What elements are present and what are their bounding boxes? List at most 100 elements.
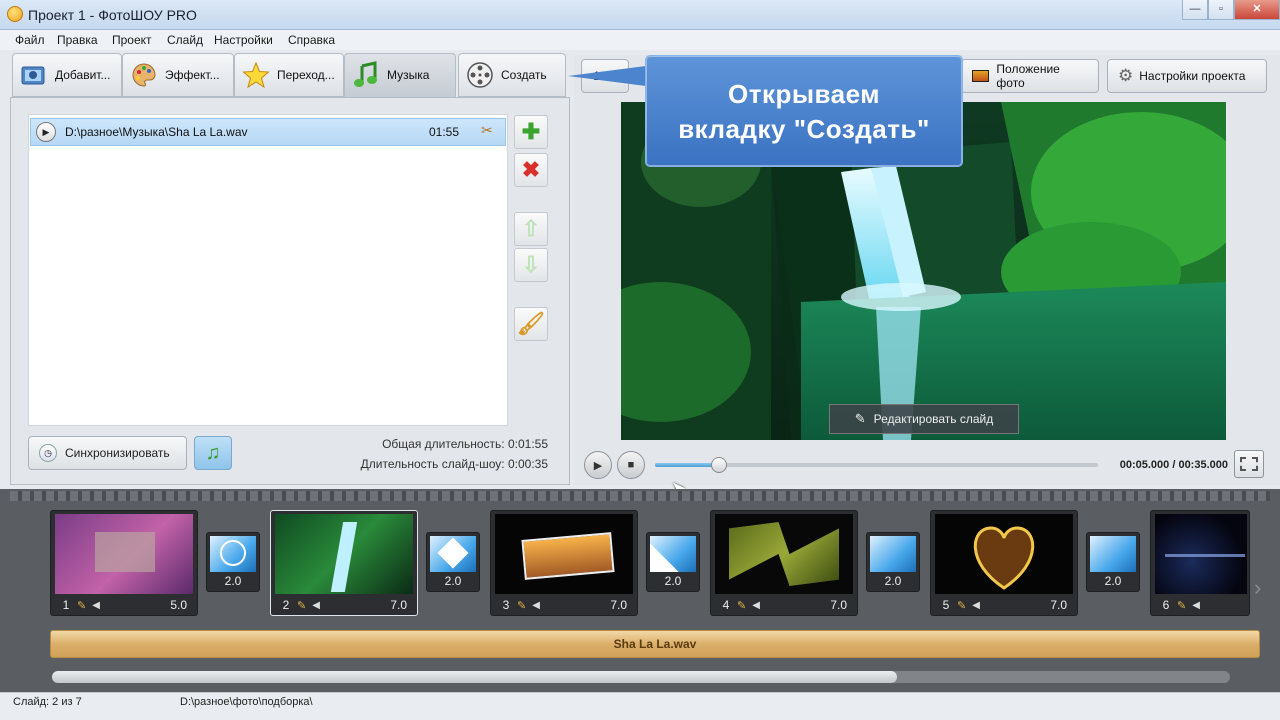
transition-duration: 2.0 [884, 574, 902, 588]
film-reel-icon [465, 60, 495, 90]
window-title: Проект 1 - ФотоШОУ PRO [28, 7, 197, 23]
slide-thumbnail[interactable]: 3 ✎ ◀ 7.0 [490, 510, 638, 616]
slide-duration: 7.0 [390, 598, 407, 612]
plus-icon: ✚ [521, 119, 541, 144]
add-track-button[interactable]: ✚ [514, 115, 548, 149]
tab-transitions[interactable]: Переход... [234, 53, 344, 97]
music-list[interactable] [28, 114, 508, 426]
play-track-icon[interactable]: ▶ [36, 122, 56, 142]
heart-image [973, 526, 1035, 590]
timeline-music-track[interactable]: Sha La La.wav [50, 630, 1260, 658]
menu-project[interactable]: Проект [112, 33, 152, 47]
edit-pencil-icon[interactable]: ✎ [737, 599, 746, 612]
move-up-button[interactable]: ⇧ [514, 212, 548, 246]
speaker-icon[interactable]: ◀ [752, 600, 760, 611]
slide-number: 6 [1162, 598, 1170, 612]
status-folder-path: D:\разное\фото\подборка\ [180, 696, 313, 708]
slide-thumbnail[interactable]: 4 ✎ ◀ 7.0 [710, 510, 858, 616]
slide-thumbnail[interactable]: 5 ✎ ◀ 7.0 [930, 510, 1078, 616]
tab-music-label: Музыка [387, 68, 430, 82]
gear-icon: ⚙ [1118, 66, 1134, 85]
tab-add-photos[interactable]: Добавит... [12, 53, 122, 97]
transition-thumbnail[interactable]: 2.0 [866, 532, 920, 592]
speaker-icon[interactable]: ◀ [312, 600, 320, 611]
move-down-button[interactable]: ⇩ [514, 248, 548, 282]
slide-thumbnail[interactable]: 2 ✎ ◀ 7.0 [270, 510, 418, 616]
menu-edit[interactable]: Правка [57, 33, 98, 47]
slide-thumbnail[interactable]: 6 ✎ ◀ [1150, 510, 1250, 616]
transition-image [210, 536, 256, 572]
menu-settings[interactable]: Настройки [214, 33, 273, 47]
menu-slide[interactable]: Слайд [167, 33, 203, 47]
track-duration-value: 01:55 [429, 125, 460, 139]
sync-button[interactable]: ◷ Синхронизировать [28, 436, 187, 470]
music-mode-button[interactable]: ♫ [194, 436, 232, 470]
callout-line-1: Открываем [727, 79, 880, 109]
track-path: D:\разное\Музыка\Sha La La.wav [65, 125, 248, 139]
total-duration: Общая длительность: 0:01:55 [382, 437, 548, 451]
speaker-icon[interactable]: ◀ [532, 600, 540, 611]
edit-pencil-icon[interactable]: ✎ [77, 599, 86, 612]
timeline-scrollbar-thumb[interactable] [52, 671, 897, 683]
film-strip-edge [10, 491, 1270, 501]
slide-duration: 7.0 [830, 598, 847, 612]
transition-thumbnail[interactable]: 2.0 [426, 532, 480, 592]
arrow-down-icon: ⇩ [521, 252, 541, 277]
track-duration: 01:55 [429, 125, 459, 139]
fullscreen-button[interactable] [1234, 450, 1264, 478]
speaker-icon[interactable]: ◀ [1192, 600, 1200, 611]
clear-list-button[interactable]: 🖌 [514, 307, 548, 341]
slide-duration: 7.0 [1050, 598, 1067, 612]
speaker-icon[interactable]: ◀ [972, 600, 980, 611]
close-button[interactable]: ✕ [1234, 0, 1280, 20]
slideshow-duration: Длительность слайд-шоу: 0:00:35 [360, 457, 548, 471]
add-photos-icon [19, 60, 49, 90]
transition-duration: 2.0 [664, 574, 682, 588]
transition-thumbnail[interactable]: 2.0 [1086, 532, 1140, 592]
stop-icon: ■ [627, 459, 635, 471]
edit-pencil-icon[interactable]: ✎ [517, 599, 526, 612]
maximize-button[interactable]: ▫ [1208, 0, 1234, 20]
project-settings-label: Настройки проекта [1139, 69, 1246, 83]
play-button[interactable]: ▶ [584, 451, 612, 479]
scroll-right-icon[interactable]: › [1254, 575, 1261, 601]
edit-pencil-icon[interactable]: ✎ [297, 599, 306, 612]
minimize-button[interactable]: — [1182, 0, 1208, 20]
photo-position-button[interactable]: Положение фото [961, 59, 1099, 93]
tab-effects-label: Эффект... [165, 68, 220, 82]
transition-image [1090, 536, 1136, 572]
slide-image [275, 514, 413, 594]
slide-image [935, 514, 1073, 594]
star-icon [241, 60, 271, 90]
edit-slide-button[interactable]: ✎ Редактировать слайд [829, 404, 1019, 434]
transition-image [650, 536, 696, 572]
music-note-small-icon: ♫ [205, 442, 221, 464]
seek-bar-fill [655, 463, 719, 467]
menu-file[interactable]: Файл [15, 33, 45, 47]
menu-help[interactable]: Справка [288, 33, 335, 47]
slide-number: 5 [942, 598, 950, 612]
slide-number: 1 [62, 598, 70, 612]
transition-thumbnail[interactable]: 2.0 [206, 532, 260, 592]
transition-image [870, 536, 916, 572]
tab-music[interactable]: Музыка [344, 53, 456, 97]
delete-icon: ✖ [521, 157, 541, 182]
project-settings-button[interactable]: ⚙ Настройки проекта [1107, 59, 1267, 93]
slide-thumbnail[interactable]: 1 ✎ ◀ 5.0 [50, 510, 198, 616]
tab-create[interactable]: Создать [458, 53, 566, 97]
transition-thumbnail[interactable]: 2.0 [646, 532, 700, 592]
stop-button[interactable]: ■ [617, 451, 645, 479]
slide-image [715, 514, 853, 594]
transition-duration: 2.0 [1104, 574, 1122, 588]
edit-pencil-icon[interactable]: ✎ [957, 599, 966, 612]
slide-number: 4 [722, 598, 730, 612]
transition-duration: 2.0 [224, 574, 242, 588]
seek-handle[interactable] [711, 457, 727, 473]
edit-pencil-icon[interactable]: ✎ [1177, 599, 1186, 612]
speaker-icon[interactable]: ◀ [92, 600, 100, 611]
scissors-icon[interactable]: ✂ [481, 122, 493, 139]
photo-position-icon [972, 70, 990, 82]
sync-button-label: Синхронизировать [65, 446, 170, 460]
tab-effects[interactable]: Эффект... [122, 53, 234, 97]
delete-track-button[interactable]: ✖ [514, 153, 548, 187]
